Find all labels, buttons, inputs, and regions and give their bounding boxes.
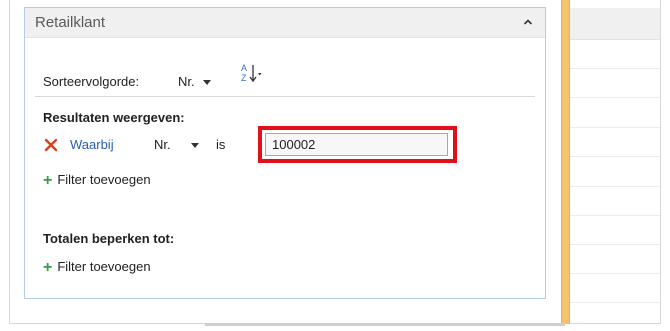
- filter-field-value: Nr.: [154, 137, 171, 152]
- grid-row-line: [570, 156, 660, 157]
- filter-value-input[interactable]: [265, 133, 448, 156]
- section-divider: [35, 96, 535, 97]
- sort-order-label: Sorteervolgorde:: [43, 74, 140, 89]
- plus-icon: +: [43, 172, 53, 189]
- filter-operator: is: [216, 137, 226, 152]
- sort-field-dropdown[interactable]: Nr.: [178, 74, 211, 89]
- grid-row-line: [570, 273, 660, 274]
- grid-row-line: [570, 215, 660, 216]
- grid-header: [570, 8, 660, 40]
- grid-row-line: [570, 186, 660, 187]
- splitter-bar[interactable]: [561, 0, 570, 324]
- grid-row-line: [570, 302, 660, 303]
- panel-title: Retailklant: [35, 14, 106, 31]
- caret-down-icon: [190, 143, 199, 149]
- show-results-heading: Resultaten weergeven:: [43, 110, 185, 125]
- grid-row-line: [570, 244, 660, 245]
- screen: Retailklant Sorteervolgorde: Nr. A Z Res…: [0, 0, 670, 331]
- close-icon[interactable]: [44, 138, 58, 152]
- grid-row-line: [570, 68, 660, 69]
- add-filter-label: Filter toevoegen: [57, 259, 151, 274]
- panel-body: Sorteervolgorde: Nr. A Z Resultaten weer…: [25, 38, 545, 298]
- panel-header: Retailklant: [25, 8, 545, 38]
- grid-row-line: [570, 127, 660, 128]
- filter-field-dropdown[interactable]: Nr.: [154, 137, 199, 152]
- svg-text:Z: Z: [241, 73, 247, 83]
- add-filter-results-button[interactable]: + Filter toevoegen: [43, 172, 151, 190]
- sort-field-value: Nr.: [178, 74, 195, 89]
- limit-totals-heading: Totalen beperken tot:: [43, 231, 175, 246]
- caret-down-icon: [202, 80, 211, 86]
- footer-strip: [205, 323, 565, 326]
- svg-text:A: A: [241, 63, 247, 73]
- filter-name-link[interactable]: Waarbij: [70, 137, 114, 152]
- plus-icon: +: [43, 259, 53, 276]
- add-filter-totals-button[interactable]: + Filter toevoegen: [43, 259, 151, 277]
- chevron-up-icon[interactable]: [519, 13, 537, 31]
- sort-ascending-icon[interactable]: A Z: [239, 60, 265, 91]
- results-grid: [570, 0, 660, 323]
- filter-panel: Retailklant Sorteervolgorde: Nr. A Z Res…: [24, 7, 546, 299]
- grid-row-line: [570, 97, 660, 98]
- add-filter-label: Filter toevoegen: [57, 172, 151, 187]
